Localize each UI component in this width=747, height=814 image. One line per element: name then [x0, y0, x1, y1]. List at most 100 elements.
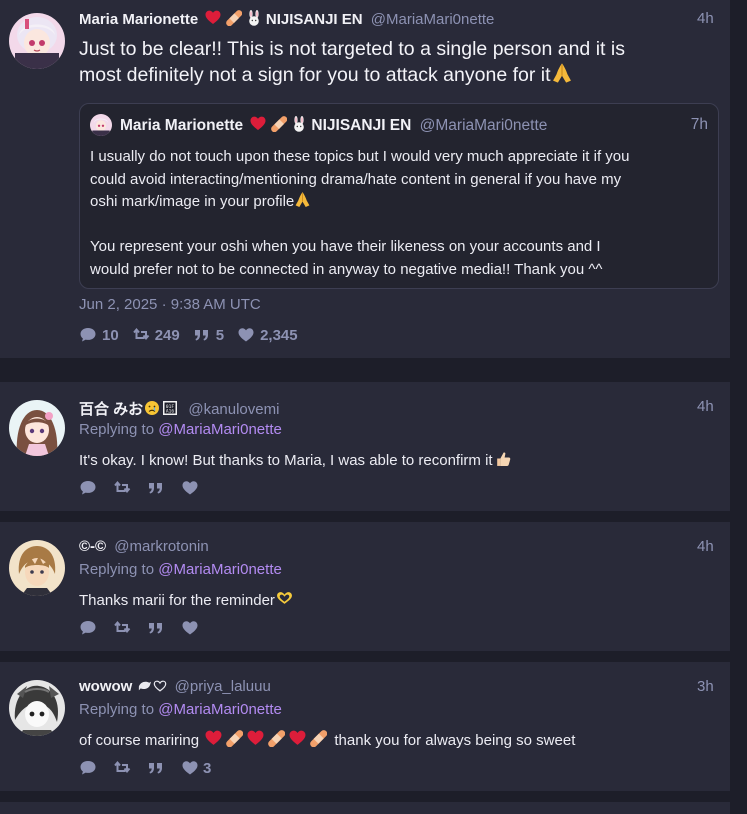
display-name[interactable]: wowow [79, 678, 132, 695]
reply-tweet[interactable]: 百合 みお @kanulovemi 4h Replying to @MariaM… [0, 382, 730, 511]
bandage-emoji-icon [226, 730, 244, 747]
pray-emoji-icon [552, 62, 572, 84]
quote-header: Maria Marionette NIJISANJI EN @MariaMari… [120, 116, 547, 135]
avatar[interactable] [9, 540, 65, 596]
retweet-icon [114, 761, 131, 774]
reply-button[interactable] [79, 619, 97, 637]
retweet-count[interactable]: 249 [132, 326, 180, 344]
reply-icon [80, 328, 96, 342]
tweet-text-line: Just to be clear!! This is not targeted … [79, 38, 625, 60]
tweet-time[interactable]: 4h [697, 538, 714, 555]
quote-text-line: I usually do not touch upon these topics… [90, 148, 630, 165]
bandage-emoji-icon [268, 730, 286, 747]
avatar[interactable] [9, 13, 65, 69]
heart-hands-emoji-icon [276, 592, 292, 604]
quote-button[interactable] [147, 759, 165, 777]
glyph-box-icon [163, 401, 178, 415]
quote-affiliation: NIJISANJI EN [311, 117, 412, 134]
rabbit-emoji-icon [248, 10, 259, 26]
tweet-header: 百合 みお @kanulovemi [79, 398, 279, 419]
user-handle[interactable]: @kanulovemi [188, 401, 279, 418]
quote-count[interactable]: 5 [193, 326, 224, 344]
retweet-button[interactable] [113, 479, 131, 497]
tweet-header: Maria Marionette NIJISANJI EN @MariaMari… [79, 10, 494, 28]
tweet-text: Thanks marii for the reminder [79, 590, 293, 609]
heart-emoji-icon [205, 730, 222, 745]
like-count[interactable]: 2,345 [237, 326, 298, 344]
user-handle[interactable]: @markrotonin [114, 538, 208, 555]
quote-icon [149, 483, 162, 494]
quote-handle[interactable]: @MariaMari0nette [420, 117, 548, 134]
like-button[interactable] [181, 619, 199, 637]
bandage-emoji-icon [225, 10, 242, 26]
heart-icon [182, 481, 198, 495]
heart-emoji-icon [205, 10, 221, 24]
tweet-header: ©-© @markrotonin [79, 538, 209, 555]
quote-button[interactable] [147, 479, 165, 497]
tweet-time[interactable]: 4h [697, 398, 714, 415]
replying-to: Replying to @MariaMari0nette [79, 561, 282, 578]
tweet-actions [79, 479, 199, 497]
heart-icon [182, 761, 198, 775]
reply-tweet[interactable]: ©-© @markrotonin 4h Replying to @MariaMa… [0, 522, 730, 651]
reply-icon [80, 761, 96, 775]
tweet-text: Just to be clear!! This is not targeted … [79, 36, 719, 88]
quote-text-line: You represent your oshi when you have th… [90, 238, 601, 255]
display-name[interactable]: ©-© [79, 538, 106, 555]
display-name[interactable]: Maria Marionette [79, 11, 198, 28]
user-handle[interactable]: @priya_laluuu [175, 678, 271, 695]
like-button[interactable] [181, 479, 199, 497]
quote-text: I usually do not touch upon these topics… [90, 146, 710, 281]
quote-text-line: would prefer not to be connected in anyw… [90, 260, 603, 278]
reply-icon [80, 621, 96, 635]
avatar[interactable] [9, 680, 65, 736]
tweet-text: It's okay. I know! But thanks to Maria, … [79, 450, 511, 469]
quote-display-name[interactable]: Maria Marionette [120, 117, 243, 134]
quote-icon [194, 330, 208, 341]
quote-time[interactable]: 7h [691, 116, 708, 134]
quote-text-line: could avoid interacting/mentioning drama… [90, 170, 622, 188]
heart-emoji-icon [247, 730, 264, 745]
bandage-emoji-icon [310, 730, 328, 747]
scroll-gutter [730, 0, 747, 814]
pray-emoji-icon [295, 191, 311, 208]
like-button[interactable]: 3 [181, 759, 211, 777]
main-tweet[interactable]: Maria Marionette NIJISANJI EN @MariaMari… [0, 0, 730, 358]
quote-icon [149, 763, 162, 774]
retweet-icon [114, 481, 131, 494]
avatar[interactable] [9, 400, 65, 456]
tweet-time[interactable]: 3h [697, 678, 714, 695]
quote-avatar [90, 114, 112, 136]
user-handle[interactable]: @MariaMari0nette [371, 11, 495, 28]
bird-emoji-icon [138, 681, 151, 691]
quoted-tweet[interactable]: Maria Marionette NIJISANJI EN @MariaMari… [79, 103, 719, 289]
replying-to-link[interactable]: @MariaMari0nette [158, 421, 282, 438]
bandage-emoji-icon [270, 116, 287, 132]
tweet-date[interactable]: Jun 2, 2025 · 9:38 AM UTC [79, 296, 261, 313]
reply-button[interactable] [79, 759, 97, 777]
retweet-button[interactable] [113, 759, 131, 777]
tweet-time[interactable]: 4h [697, 10, 714, 27]
reply-tweet[interactable]: wowow @priya_laluuu 3h Replying to @Mari… [0, 662, 730, 791]
tweet-actions [79, 619, 199, 637]
replying-to-link[interactable]: @MariaMari0nette [158, 701, 282, 718]
tweet-text: of course mariring thank you for always … [79, 730, 575, 749]
retweet-icon [132, 328, 150, 341]
thumbs-up-emoji-icon [496, 452, 510, 466]
quote-button[interactable] [147, 619, 165, 637]
replying-to: Replying to @MariaMari0nette [79, 701, 282, 718]
tweet-actions: 3 [79, 759, 211, 777]
quote-text-line: oshi mark/image in your profile [90, 191, 710, 214]
display-name[interactable]: 百合 みお [79, 401, 143, 418]
tweet-header: wowow @priya_laluuu [79, 678, 271, 695]
reply-button[interactable] [79, 479, 97, 497]
retweet-icon [114, 621, 131, 634]
affiliation: NIJISANJI EN [265, 11, 363, 28]
retweet-button[interactable] [113, 619, 131, 637]
replying-to: Replying to @MariaMari0nette [79, 421, 282, 438]
heart-outline-icon [153, 680, 166, 692]
reply-tweet[interactable] [0, 802, 730, 814]
tweet-text-line: most definitely not a sign for you to at… [79, 62, 719, 88]
reply-count[interactable]: 10 [79, 326, 119, 344]
replying-to-link[interactable]: @MariaMari0nette [158, 561, 282, 578]
